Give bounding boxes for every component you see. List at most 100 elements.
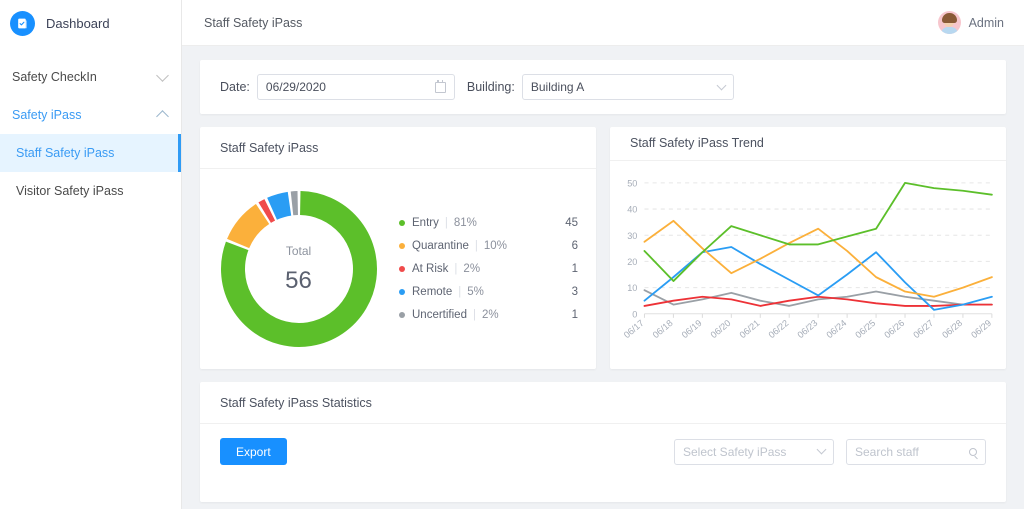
user-name: Admin — [969, 16, 1004, 30]
calendar-icon — [435, 82, 446, 93]
clipboard-check-icon — [10, 11, 35, 36]
trend-chart-body: 0102030405006/1706/1806/1906/2006/2106/2… — [610, 161, 1006, 369]
legend-count: 6 — [572, 240, 590, 252]
app-root: Dashboard Safety CheckIn Safety iPass St… — [0, 0, 1024, 509]
y-axis-tick: 30 — [627, 231, 637, 241]
donut-center: Total 56 — [220, 190, 378, 348]
statistics-filters: Select Safety iPass Search staff — [674, 439, 986, 465]
legend-row[interactable]: At Risk|2%1 — [399, 258, 590, 281]
x-axis-tick-label: 06/23 — [796, 318, 820, 340]
legend-separator: | — [445, 217, 448, 229]
select-safety-ipass[interactable]: Select Safety iPass — [674, 439, 834, 465]
y-axis-tick: 20 — [627, 257, 637, 267]
legend-percent: 81% — [454, 217, 477, 229]
legend-label: Quarantine — [412, 240, 469, 252]
main-area: Staff Safety iPass Admin Date: 06/29/202… — [182, 0, 1024, 509]
search-staff-input[interactable]: Search staff — [846, 439, 986, 465]
sidebar-group-safety-checkin[interactable]: Safety CheckIn — [0, 58, 181, 96]
building-value: Building A — [531, 80, 712, 94]
x-axis-tick-label: 06/17 — [622, 318, 646, 340]
legend-count: 45 — [565, 217, 590, 229]
legend-label: Remote — [412, 286, 452, 298]
legend-count: 3 — [572, 286, 590, 298]
x-axis-tick-label: 06/18 — [651, 318, 675, 340]
export-button[interactable]: Export — [220, 438, 287, 465]
sidebar-item-label: Staff Safety iPass — [16, 146, 114, 160]
chevron-up-icon — [156, 110, 169, 123]
legend-separator: | — [473, 309, 476, 321]
x-axis-tick-label: 06/22 — [767, 318, 791, 340]
trend-card-title: Staff Safety iPass Trend — [610, 127, 1006, 161]
x-axis-tick-label: 06/19 — [680, 318, 704, 340]
user-menu[interactable]: Admin — [938, 11, 1004, 34]
x-axis-tick-label: 06/25 — [853, 318, 877, 340]
search-staff-placeholder: Search staff — [855, 445, 963, 459]
legend-row[interactable]: Remote | 5% 3 — [399, 281, 590, 304]
x-axis-tick-label: 06/21 — [738, 318, 762, 340]
brand[interactable]: Dashboard — [0, 0, 181, 46]
legend-percent: 10% — [484, 240, 507, 252]
content: Date: 06/29/2020 Building: Building A — [182, 46, 1024, 509]
date-input[interactable]: 06/29/2020 — [257, 74, 455, 100]
legend-color-dot — [399, 266, 405, 272]
donut-legend: Entry|81%45Quarantine|10%6At Risk|2%1Rem… — [391, 212, 590, 327]
donut-card-title: Staff Safety iPass — [200, 127, 596, 169]
donut-total-label: Total — [286, 244, 311, 258]
filter-bar: Date: 06/29/2020 Building: Building A — [200, 60, 1006, 114]
y-axis-tick: 40 — [627, 205, 637, 215]
y-axis-tick: 10 — [627, 283, 637, 293]
date-value: 06/29/2020 — [266, 80, 429, 94]
legend-separator: | — [475, 240, 478, 252]
statistics-toolbar: Export Select Safety iPass Search staff — [200, 424, 1006, 479]
chevron-down-icon — [716, 80, 726, 90]
sidebar: Dashboard Safety CheckIn Safety iPass St… — [0, 0, 182, 509]
sidebar-nav: Safety CheckIn Safety iPass Staff Safety… — [0, 46, 181, 210]
x-axis-tick-label: 06/24 — [824, 318, 848, 340]
sidebar-item-staff-safety-ipass[interactable]: Staff Safety iPass — [0, 134, 181, 172]
legend-color-dot — [399, 220, 405, 226]
chevron-down-icon — [817, 445, 827, 455]
legend-percent: 5% — [467, 286, 484, 298]
legend-row[interactable]: Quarantine | 10% 6 — [399, 235, 590, 258]
topbar: Staff Safety iPass Admin — [182, 0, 1024, 46]
sidebar-group-safety-ipass[interactable]: Safety iPass — [0, 96, 181, 134]
statistics-card: Staff Safety iPass Statistics Export Sel… — [200, 382, 1006, 502]
sidebar-item-visitor-safety-ipass[interactable]: Visitor Safety iPass — [0, 172, 181, 210]
brand-label: Dashboard — [46, 16, 110, 31]
donut-total-value: 56 — [285, 267, 312, 295]
legend-row[interactable]: Entry | 81% 45 — [399, 212, 590, 235]
legend-color-dot — [399, 289, 405, 295]
chevron-down-icon — [156, 69, 169, 82]
x-axis-tick-label: 06/26 — [882, 318, 906, 340]
page-title: Staff Safety iPass — [204, 16, 302, 30]
legend-row[interactable]: Uncertified|2%1 — [399, 304, 590, 327]
legend-percent: 2% — [482, 309, 499, 321]
legend-separator: | — [458, 286, 461, 298]
trend-card: Staff Safety iPass Trend 0 10 20 30 40 50 06/1… — [610, 127, 1006, 369]
date-label: Date: — [220, 80, 250, 94]
legend-label: At Risk — [412, 263, 448, 275]
legend-separator: | — [454, 263, 457, 275]
donut-chart-body: Total 56 Entry | 81% 45 Quarantine | 10% 6 At Ri… — [200, 169, 596, 369]
donut-holder: Total 56 — [206, 190, 391, 348]
x-axis-tick-label: 06/20 — [709, 318, 733, 340]
building-label: Building: — [467, 80, 515, 94]
x-axis-tick-label: 06/29 — [969, 318, 993, 340]
legend-label: Entry — [412, 217, 439, 229]
legend-percent: 2% — [463, 263, 480, 275]
charts-row: Staff Safety iPass Total 56 — [200, 127, 1006, 369]
donut-card: Staff Safety iPass Total 56 — [200, 127, 596, 369]
avatar — [938, 11, 961, 34]
legend-label: Uncertified — [412, 309, 467, 321]
date-field: Date: 06/29/2020 — [220, 74, 455, 100]
sidebar-group-label: Safety iPass — [12, 108, 81, 122]
y-axis-tick: 0 — [632, 309, 637, 319]
legend-color-dot — [399, 312, 405, 318]
sidebar-group-label: Safety CheckIn — [12, 70, 97, 84]
legend-color-dot — [399, 243, 405, 249]
building-field: Building: Building A — [467, 74, 734, 100]
building-select[interactable]: Building A — [522, 74, 734, 100]
line-series-entry[interactable] — [644, 183, 991, 281]
y-axis-tick: 50 — [627, 178, 637, 188]
statistics-card-title: Staff Safety iPass Statistics — [200, 382, 1006, 424]
